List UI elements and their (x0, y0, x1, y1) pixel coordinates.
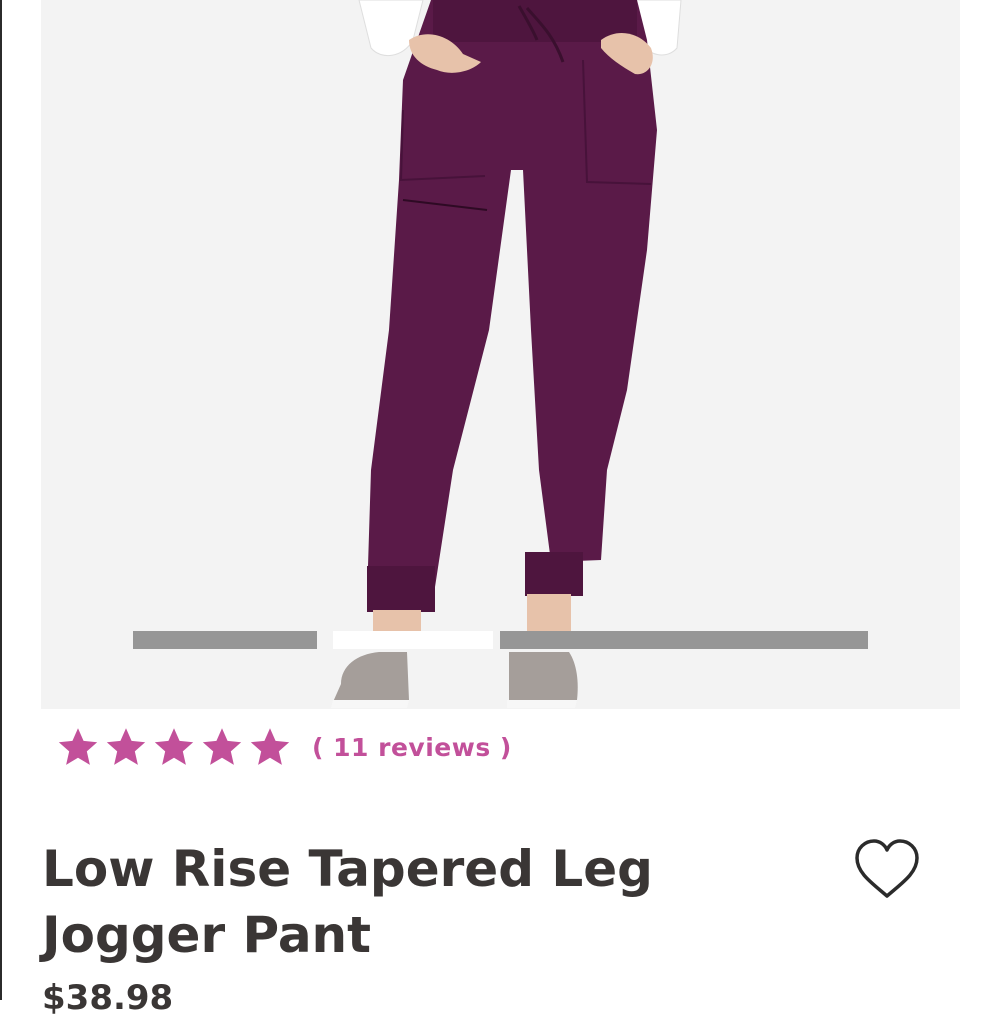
star-icon (58, 728, 98, 765)
heart-outline-icon[interactable] (852, 838, 922, 900)
star-rating (54, 724, 294, 770)
reviews-count-link[interactable]: ( 11 reviews ) (312, 733, 512, 762)
product-image (41, 0, 960, 709)
star-icon (154, 728, 194, 765)
carousel-indicator-2[interactable] (333, 631, 493, 649)
product-title: Low Rise Tapered Leg Jogger Pant (42, 840, 653, 964)
carousel-indicator-3[interactable] (500, 631, 868, 649)
left-border (0, 0, 2, 1000)
product-price: $38.98 (42, 978, 174, 1018)
product-image-gallery[interactable] (41, 0, 960, 709)
star-icon (250, 728, 290, 765)
product-rating[interactable]: ( 11 reviews ) (54, 724, 512, 770)
carousel-indicator-1[interactable] (133, 631, 317, 649)
star-icon (202, 728, 242, 765)
star-icon (106, 728, 146, 765)
